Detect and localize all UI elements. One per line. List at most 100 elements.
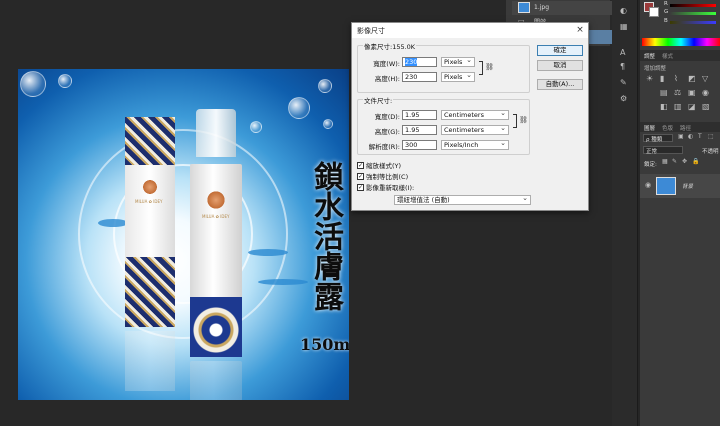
cancel-button[interactable]: 取消 [537,60,583,71]
pixel-width-unit-select[interactable]: Pixels [441,56,475,67]
add-adjustment-label: 增加調整 [644,66,667,72]
lock-move-icon[interactable]: ✥ [682,158,687,165]
filter-pixel-icon[interactable]: ▣ [678,133,684,140]
chain-link-icon: ⛓ [519,116,528,124]
constrain-proportions-checkbox[interactable]: ✓ 強制等比例(C) [357,171,408,181]
lock-pixels-icon[interactable]: ▦ [662,158,668,165]
product-title: 鎖水活膚露 [308,161,343,311]
checkbox-check-icon: ✓ [357,172,364,180]
bubble [318,79,332,93]
green-slider[interactable] [670,12,716,15]
dialog-titlebar: 影像尺寸 × [352,23,588,38]
filter-type-icon[interactable]: T [698,133,702,140]
resample-checkbox[interactable]: ✓ 影像重新取樣(I): [357,182,414,192]
thumbnail-icon [518,2,530,13]
pixel-width-input[interactable]: 230 [402,57,437,67]
pixel-dimensions-group [357,45,530,93]
filter-adjust-icon[interactable]: ◐ [688,133,693,140]
curves-icon[interactable]: ⌇ [674,74,678,83]
tab-styles[interactable]: 樣式 [662,52,673,60]
brand-logo-icon [142,179,158,195]
resample-label: 影像重新取樣(I): [366,184,415,192]
red-slider[interactable] [670,4,716,7]
lock-all-icon[interactable]: 🔒 [692,158,699,165]
eye-icon[interactable]: ◉ [645,181,651,189]
posterize-icon[interactable]: ▥ [674,102,682,111]
ok-button[interactable]: 確定 [537,45,583,56]
tool-icon-strip: ◐ ▦ A ¶ ✎ ⚙ [612,0,638,426]
swatches-icon[interactable]: ▦ [620,22,628,31]
bw-icon[interactable]: ▣ [688,88,696,97]
box-pattern-top [125,117,175,165]
layer-filter-kind[interactable]: ρ 種類 [643,134,673,143]
doc-link-bracket [513,114,517,128]
red-label: R [664,1,668,7]
history-item[interactable]: 1.jpg [512,1,612,15]
filter-shape-icon[interactable]: ⬚ [708,133,714,140]
water-splash [98,219,128,227]
bottle-pattern [190,297,242,357]
brand-logo-icon [206,190,226,210]
resolution-unit-select[interactable]: Pixels/Inch [441,139,509,150]
box-pattern-bottom [125,257,175,327]
chain-link-icon: ⛓ [485,63,494,71]
layer-thumbnail [656,177,676,195]
balance-icon[interactable]: ⚖ [674,88,681,97]
water-splash [248,249,288,256]
paragraph-icon[interactable]: ¶ [620,62,625,71]
scale-styles-checkbox[interactable]: ✓ 縮放樣式(Y) [357,160,401,170]
lock-paint-icon[interactable]: ✎ [672,158,677,165]
document-canvas[interactable]: MILUA ✿ IDEY MILUA ✿ IDEY 鎖水活膚露 150ml [18,69,349,400]
doc-height-input[interactable]: 1.95 [402,125,437,135]
pixel-height-input[interactable]: 230 [402,72,437,82]
layer-name: 背景 [682,184,694,190]
brush-icon[interactable]: ✎ [620,78,627,87]
hue-icon[interactable]: ▤ [660,88,668,97]
doc-width-input[interactable]: 1.95 [402,110,437,120]
layer-row-background[interactable]: ◉ 背景 [640,174,720,198]
scale-styles-label: 縮放樣式(Y) [366,162,402,170]
photo-filter-icon[interactable]: ◉ [702,88,709,97]
product-bottle: MILUA ✿ IDEY [190,109,242,357]
image-size-dialog: 影像尺寸 × 像素尺寸:155.0K 寬度(W): 230 Pixels 高度(… [351,22,589,211]
bubble [288,97,310,119]
background-color-swatch[interactable] [649,7,659,17]
exposure-icon[interactable]: ◩ [688,74,696,83]
resolution-label: 解析度(R): [368,143,400,151]
character-icon[interactable]: A [620,48,625,57]
pixel-width-label: 寬度(W): [373,60,400,68]
lock-label: 鎖定: [644,162,657,168]
threshold-icon[interactable]: ◪ [688,102,696,111]
auto-button[interactable]: 自動(A)... [537,79,583,90]
resolution-input[interactable]: 300 [402,140,437,150]
link-bracket [479,61,483,75]
document-size-legend: 文件尺寸: [363,95,394,105]
color-icon[interactable]: ◐ [620,6,627,15]
vibrance-icon[interactable]: ▽ [702,74,708,83]
checkbox-check-icon: ✓ [357,161,364,169]
brightness-icon[interactable]: ☀ [646,74,653,83]
tab-layers[interactable]: 圖層 [644,124,655,132]
adjust-tabs: 調整 樣式 [640,50,720,61]
bubble [58,74,72,88]
blue-slider[interactable] [670,21,716,24]
right-panels: R G B 調整 樣式 增加調整 ☀ ▮ ⌇ ◩ ▽ ▤ ⚖ ▣ ◉ ◧ ▥ ◪… [640,0,720,426]
tab-adjustments[interactable]: 調整 [644,52,655,60]
dialog-title: 影像尺寸 [357,26,385,35]
tab-paths[interactable]: 路徑 [680,124,691,132]
doc-width-unit-select[interactable]: Centimeters [441,109,509,120]
resample-method-select[interactable]: 環紐增值法 (自動) [394,194,531,205]
gradient-map-icon[interactable]: ▧ [702,102,710,111]
tab-channels[interactable]: 色版 [662,124,673,132]
doc-height-unit-select[interactable]: Centimeters [441,124,509,135]
invert-icon[interactable]: ◧ [660,102,668,111]
close-icon[interactable]: × [572,23,588,38]
tool-presets-icon[interactable]: ⚙ [620,94,627,103]
pixel-height-unit-select[interactable]: Pixels [441,71,475,82]
history-file-label: 1.jpg [534,4,550,11]
box-brand-text: MILUA ✿ IDEY [135,199,163,204]
blend-mode-select[interactable]: 正常 [643,146,683,155]
bubble [20,71,46,97]
levels-icon[interactable]: ▮ [660,74,664,83]
color-ramp[interactable] [642,38,720,46]
